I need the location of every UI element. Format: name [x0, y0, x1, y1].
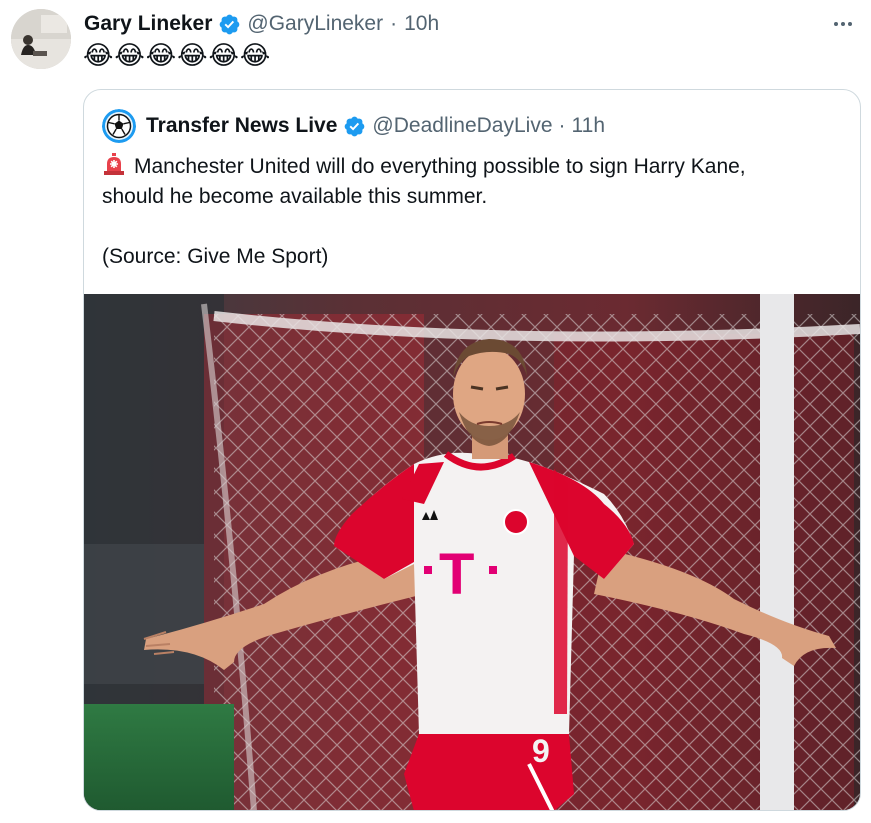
author-avatar-image — [11, 9, 71, 69]
verified-badge-icon — [218, 13, 241, 36]
shirt-logo-text: T — [439, 542, 474, 607]
separator-dot: · — [558, 114, 566, 137]
quote-time[interactable]: 11h — [572, 114, 605, 138]
quoted-tweet-card[interactable]: Transfer News Live @DeadlineDayLive · 11… — [83, 89, 861, 811]
quote-text-line-2: should he become available this summer. — [102, 185, 488, 208]
separator-dot: · — [390, 12, 398, 35]
quote-text-line-1: Manchester United will do everything pos… — [102, 152, 842, 182]
quote-author-name[interactable]: Transfer News Live — [146, 114, 337, 138]
quote-author-handle[interactable]: @DeadlineDayLive — [372, 114, 552, 138]
tweet-text: 😂😂😂😂😂😂 — [83, 40, 272, 70]
verified-badge-icon — [343, 115, 366, 138]
tweet-header: Gary Lineker @GaryLineker · 10h — [84, 9, 439, 39]
quote-media-photo[interactable]: T 9 — [84, 294, 860, 810]
football-player-photo: T 9 — [84, 294, 860, 810]
quote-source: (Source: Give Me Sport) — [102, 245, 329, 268]
author-handle[interactable]: @GaryLineker — [247, 12, 383, 36]
tweet-time[interactable]: 10h — [404, 12, 439, 36]
quote-text: Manchester United will do everything pos… — [102, 152, 842, 272]
quote-line-1-text: Manchester United will do everything pos… — [134, 155, 746, 178]
shirt-number-text: 9 — [532, 733, 550, 769]
quote-header: Transfer News Live @DeadlineDayLive · 11… — [102, 109, 605, 143]
siren-icon — [102, 152, 126, 176]
football-icon — [102, 109, 136, 143]
quote-author-avatar[interactable] — [102, 109, 136, 143]
tweet[interactable]: Gary Lineker @GaryLineker · 10h 😂😂😂😂😂😂 T… — [0, 0, 871, 823]
more-horizontal-icon[interactable] — [829, 10, 857, 38]
author-name[interactable]: Gary Lineker — [84, 12, 212, 36]
author-avatar[interactable] — [11, 9, 71, 69]
